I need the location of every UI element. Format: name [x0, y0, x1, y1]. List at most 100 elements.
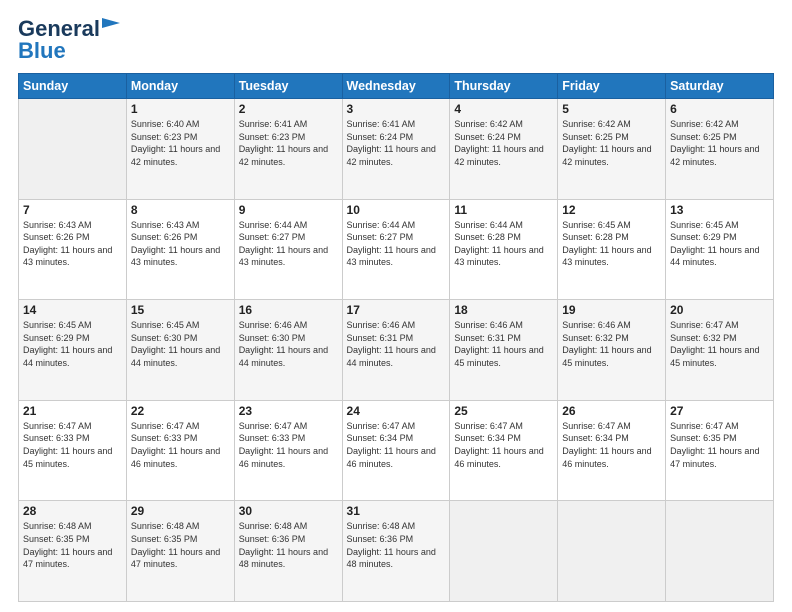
- calendar-cell: 17 Sunrise: 6:46 AMSunset: 6:31 PMDayligh…: [342, 300, 450, 401]
- day-number: 27: [670, 404, 769, 418]
- calendar-header-row: SundayMondayTuesdayWednesdayThursdayFrid…: [19, 74, 774, 99]
- calendar-cell: 7 Sunrise: 6:43 AMSunset: 6:26 PMDaylight…: [19, 199, 127, 300]
- calendar-cell: 5 Sunrise: 6:42 AMSunset: 6:25 PMDaylight…: [558, 99, 666, 200]
- logo-text-general: General: [18, 18, 100, 40]
- day-info: Sunrise: 6:48 AMSunset: 6:35 PMDaylight:…: [23, 520, 122, 570]
- day-number: 17: [347, 303, 446, 317]
- calendar-cell: 22 Sunrise: 6:47 AMSunset: 6:33 PMDayligh…: [126, 400, 234, 501]
- calendar-cell: 21Sunrise: 6:47 AMSunset: 6:33 PMDayligh…: [19, 400, 127, 501]
- calendar-cell: 3 Sunrise: 6:41 AMSunset: 6:24 PMDaylight…: [342, 99, 450, 200]
- day-info: Sunrise: 6:47 AMSunset: 6:34 PMDaylight:…: [347, 420, 446, 470]
- day-number: 19: [562, 303, 661, 317]
- logo: General Blue: [18, 18, 120, 63]
- calendar-table: SundayMondayTuesdayWednesdayThursdayFrid…: [18, 73, 774, 602]
- day-number: 6: [670, 102, 769, 116]
- calendar-cell: 13 Sunrise: 6:45 AMSunset: 6:29 PMDayligh…: [666, 199, 774, 300]
- day-info: Sunrise: 6:45 AMSunset: 6:30 PMDaylight:…: [131, 319, 230, 369]
- day-number: 4: [454, 102, 553, 116]
- day-info: Sunrise: 6:48 AMSunset: 6:36 PMDaylight:…: [239, 520, 338, 570]
- calendar-cell: 11Sunrise: 6:44 AMSunset: 6:28 PMDayligh…: [450, 199, 558, 300]
- day-number: 12: [562, 203, 661, 217]
- day-info: Sunrise: 6:41 AMSunset: 6:23 PMDaylight:…: [239, 118, 338, 168]
- calendar-cell: 31 Sunrise: 6:48 AMSunset: 6:36 PMDayligh…: [342, 501, 450, 602]
- day-info: Sunrise: 6:47 AMSunset: 6:34 PMDaylight:…: [562, 420, 661, 470]
- day-header-thursday: Thursday: [450, 74, 558, 99]
- day-header-saturday: Saturday: [666, 74, 774, 99]
- week-row-4: 21Sunrise: 6:47 AMSunset: 6:33 PMDayligh…: [19, 400, 774, 501]
- day-info: Sunrise: 6:45 AMSunset: 6:29 PMDaylight:…: [670, 219, 769, 269]
- day-info: Sunrise: 6:44 AMSunset: 6:27 PMDaylight:…: [239, 219, 338, 269]
- day-number: 10: [347, 203, 446, 217]
- day-info: Sunrise: 6:41 AMSunset: 6:24 PMDaylight:…: [347, 118, 446, 168]
- calendar-cell: [19, 99, 127, 200]
- calendar-cell: [450, 501, 558, 602]
- day-number: 23: [239, 404, 338, 418]
- day-number: 20: [670, 303, 769, 317]
- day-number: 31: [347, 504, 446, 518]
- day-header-sunday: Sunday: [19, 74, 127, 99]
- day-info: Sunrise: 6:44 AMSunset: 6:27 PMDaylight:…: [347, 219, 446, 269]
- day-info: Sunrise: 6:46 AMSunset: 6:31 PMDaylight:…: [454, 319, 553, 369]
- calendar-cell: 29Sunrise: 6:48 AMSunset: 6:35 PMDayligh…: [126, 501, 234, 602]
- day-info: Sunrise: 6:47 AMSunset: 6:34 PMDaylight:…: [454, 420, 553, 470]
- calendar-cell: 26Sunrise: 6:47 AMSunset: 6:34 PMDayligh…: [558, 400, 666, 501]
- week-row-3: 14 Sunrise: 6:45 AMSunset: 6:29 PMDayligh…: [19, 300, 774, 401]
- calendar-cell: [558, 501, 666, 602]
- day-info: Sunrise: 6:43 AMSunset: 6:26 PMDaylight:…: [23, 219, 122, 269]
- day-number: 7: [23, 203, 122, 217]
- calendar-cell: 16Sunrise: 6:46 AMSunset: 6:30 PMDayligh…: [234, 300, 342, 401]
- calendar-cell: 1 Sunrise: 6:40 AMSunset: 6:23 PMDaylight…: [126, 99, 234, 200]
- day-number: 15: [131, 303, 230, 317]
- week-row-2: 7 Sunrise: 6:43 AMSunset: 6:26 PMDaylight…: [19, 199, 774, 300]
- calendar-cell: 12 Sunrise: 6:45 AMSunset: 6:28 PMDayligh…: [558, 199, 666, 300]
- calendar-cell: 8Sunrise: 6:43 AMSunset: 6:26 PMDaylight…: [126, 199, 234, 300]
- page: General Blue SundayMondayTuesdayWednesda…: [0, 0, 792, 612]
- calendar-cell: 9Sunrise: 6:44 AMSunset: 6:27 PMDaylight…: [234, 199, 342, 300]
- day-info: Sunrise: 6:45 AMSunset: 6:29 PMDaylight:…: [23, 319, 122, 369]
- day-header-tuesday: Tuesday: [234, 74, 342, 99]
- calendar-cell: 24 Sunrise: 6:47 AMSunset: 6:34 PMDayligh…: [342, 400, 450, 501]
- calendar-cell: 4 Sunrise: 6:42 AMSunset: 6:24 PMDaylight…: [450, 99, 558, 200]
- day-number: 28: [23, 504, 122, 518]
- day-info: Sunrise: 6:47 AMSunset: 6:33 PMDaylight:…: [23, 420, 122, 470]
- logo-text-blue: Blue: [18, 38, 66, 63]
- week-row-1: 1 Sunrise: 6:40 AMSunset: 6:23 PMDaylight…: [19, 99, 774, 200]
- day-info: Sunrise: 6:47 AMSunset: 6:35 PMDaylight:…: [670, 420, 769, 470]
- day-info: Sunrise: 6:47 AMSunset: 6:32 PMDaylight:…: [670, 319, 769, 369]
- calendar-cell: 10 Sunrise: 6:44 AMSunset: 6:27 PMDayligh…: [342, 199, 450, 300]
- day-number: 24: [347, 404, 446, 418]
- day-number: 22: [131, 404, 230, 418]
- day-number: 14: [23, 303, 122, 317]
- calendar-cell: 30 Sunrise: 6:48 AMSunset: 6:36 PMDayligh…: [234, 501, 342, 602]
- calendar-cell: 2 Sunrise: 6:41 AMSunset: 6:23 PMDaylight…: [234, 99, 342, 200]
- day-number: 8: [131, 203, 230, 217]
- calendar-cell: 6Sunrise: 6:42 AMSunset: 6:25 PMDaylight…: [666, 99, 774, 200]
- calendar-cell: 28 Sunrise: 6:48 AMSunset: 6:35 PMDayligh…: [19, 501, 127, 602]
- day-number: 30: [239, 504, 338, 518]
- day-info: Sunrise: 6:42 AMSunset: 6:25 PMDaylight:…: [562, 118, 661, 168]
- day-header-wednesday: Wednesday: [342, 74, 450, 99]
- day-number: 3: [347, 102, 446, 116]
- day-info: Sunrise: 6:42 AMSunset: 6:24 PMDaylight:…: [454, 118, 553, 168]
- day-info: Sunrise: 6:47 AMSunset: 6:33 PMDaylight:…: [131, 420, 230, 470]
- day-number: 2: [239, 102, 338, 116]
- day-info: Sunrise: 6:46 AMSunset: 6:31 PMDaylight:…: [347, 319, 446, 369]
- day-number: 29: [131, 504, 230, 518]
- day-info: Sunrise: 6:44 AMSunset: 6:28 PMDaylight:…: [454, 219, 553, 269]
- day-number: 18: [454, 303, 553, 317]
- day-info: Sunrise: 6:45 AMSunset: 6:28 PMDaylight:…: [562, 219, 661, 269]
- day-number: 25: [454, 404, 553, 418]
- day-info: Sunrise: 6:47 AMSunset: 6:33 PMDaylight:…: [239, 420, 338, 470]
- day-header-monday: Monday: [126, 74, 234, 99]
- day-number: 5: [562, 102, 661, 116]
- calendar-cell: [666, 501, 774, 602]
- logo-flag-icon: [102, 18, 120, 32]
- day-number: 16: [239, 303, 338, 317]
- calendar-cell: 18 Sunrise: 6:46 AMSunset: 6:31 PMDayligh…: [450, 300, 558, 401]
- day-number: 13: [670, 203, 769, 217]
- calendar-cell: 20 Sunrise: 6:47 AMSunset: 6:32 PMDayligh…: [666, 300, 774, 401]
- calendar-cell: 19Sunrise: 6:46 AMSunset: 6:32 PMDayligh…: [558, 300, 666, 401]
- day-info: Sunrise: 6:40 AMSunset: 6:23 PMDaylight:…: [131, 118, 230, 168]
- day-number: 1: [131, 102, 230, 116]
- day-info: Sunrise: 6:48 AMSunset: 6:36 PMDaylight:…: [347, 520, 446, 570]
